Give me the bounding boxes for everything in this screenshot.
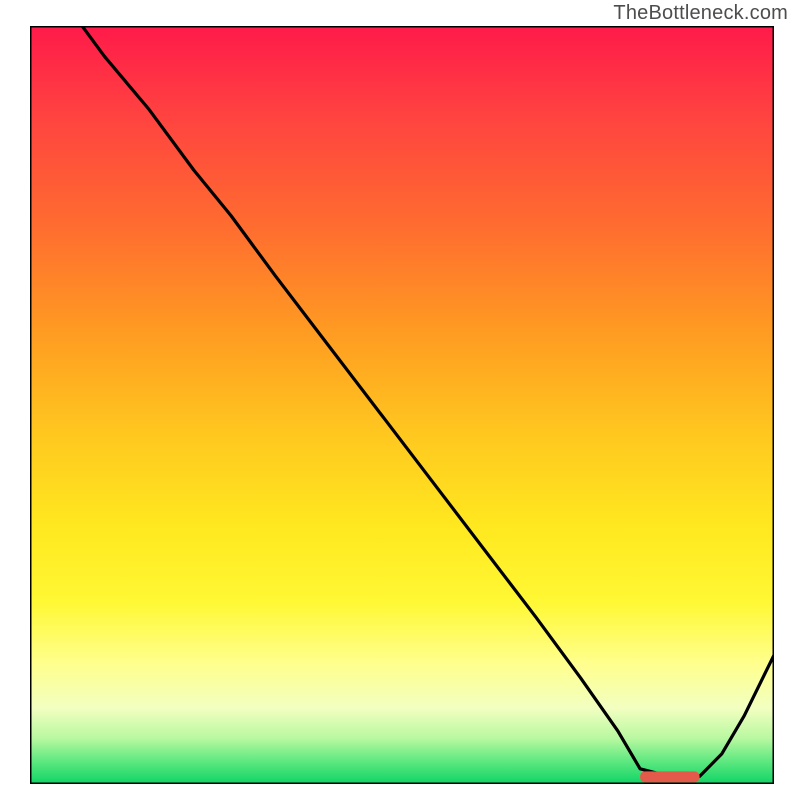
attribution-text: TheBottleneck.com <box>613 2 788 25</box>
chart-container: TheBottleneck.com <box>0 0 800 800</box>
optimum-marker <box>640 771 700 782</box>
gradient-background <box>30 26 774 784</box>
bottleneck-chart <box>30 26 774 784</box>
